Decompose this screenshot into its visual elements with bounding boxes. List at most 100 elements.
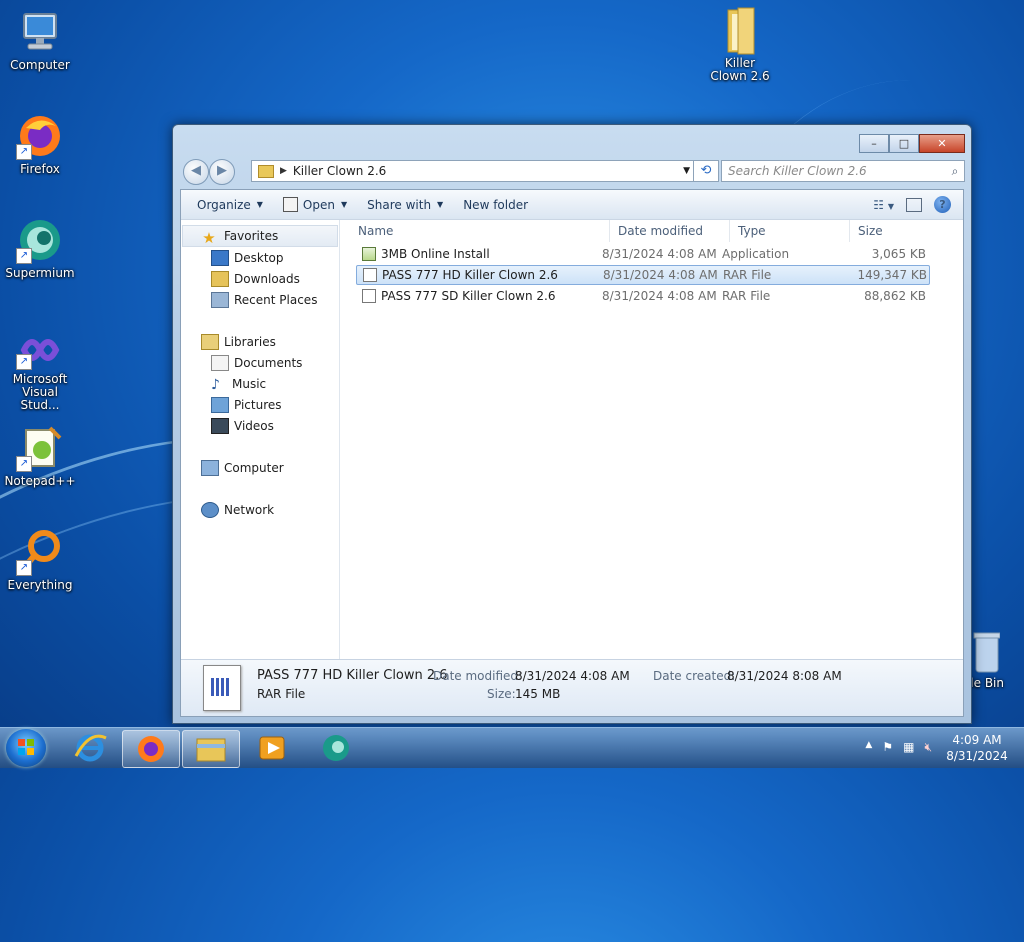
back-button[interactable]: ◀ bbox=[183, 159, 209, 185]
search-icon[interactable]: ⌕ bbox=[946, 164, 964, 179]
view-controls: ☷ ▼ ? bbox=[873, 190, 963, 219]
volume-muted-icon[interactable]: 🔇︎ bbox=[924, 740, 932, 755]
nav-downloads[interactable]: Downloads bbox=[211, 269, 300, 289]
file-row[interactable]: PASS 777 SD Killer Clown 2.6 8/31/2024 4… bbox=[356, 286, 930, 306]
documents-icon bbox=[211, 355, 229, 371]
nav-recent-places[interactable]: Recent Places bbox=[211, 290, 317, 310]
show-hidden-icons-icon[interactable]: ▲ bbox=[865, 740, 872, 755]
desktop-icon-supermium[interactable]: ↗ Supermium bbox=[0, 216, 80, 280]
desktop-icon-computer[interactable]: Computer bbox=[0, 8, 80, 72]
taskbar-windows-explorer[interactable] bbox=[182, 730, 240, 768]
column-name[interactable]: Name bbox=[340, 220, 610, 242]
taskbar-media-player[interactable] bbox=[244, 730, 300, 766]
shortcut-arrow-icon: ↗ bbox=[16, 248, 32, 264]
rar-file-icon bbox=[362, 289, 376, 303]
nav-computer[interactable]: Computer bbox=[201, 458, 284, 478]
organize-button[interactable]: Organize ▼ bbox=[181, 193, 273, 217]
open-button[interactable]: Open ▼ bbox=[273, 193, 357, 217]
file-name: PASS 777 SD Killer Clown 2.6 bbox=[381, 289, 556, 303]
nav-label: Network bbox=[224, 503, 275, 517]
nav-videos[interactable]: Videos bbox=[211, 416, 274, 436]
details-date-created: 8/31/2024 8:08 AM bbox=[727, 669, 842, 683]
column-type[interactable]: Type bbox=[730, 220, 850, 242]
open-file-icon bbox=[282, 197, 298, 212]
details-date-modified-label: Date modified: bbox=[433, 669, 523, 683]
file-type: RAR File bbox=[722, 289, 771, 303]
taskbar-supermium[interactable] bbox=[308, 730, 364, 766]
visual-studio-icon: ↗ bbox=[16, 330, 64, 370]
new-folder-button[interactable]: New folder bbox=[453, 193, 538, 217]
network-icon bbox=[201, 502, 219, 518]
file-row[interactable]: 3MB Online Install 8/31/2024 4:08 AM App… bbox=[356, 244, 930, 264]
nav-desktop[interactable]: Desktop bbox=[211, 248, 284, 268]
internet-explorer-icon bbox=[74, 734, 107, 762]
file-date: 8/31/2024 4:08 AM bbox=[602, 247, 717, 261]
nav-music[interactable]: ♪ Music bbox=[211, 374, 266, 394]
taskbar-internet-explorer[interactable] bbox=[62, 730, 118, 766]
system-clock[interactable]: 4:09 AM 8/31/2024 bbox=[942, 732, 1012, 764]
shortcut-arrow-icon: ↗ bbox=[16, 456, 32, 472]
preview-pane-icon[interactable] bbox=[906, 197, 922, 212]
nav-label: Favorites bbox=[224, 229, 279, 243]
nav-pictures[interactable]: Pictures bbox=[211, 395, 282, 415]
address-bar[interactable]: ▶ Killer Clown 2.6 ▼ bbox=[251, 160, 695, 182]
command-bar: Organize ▼ Open ▼ Share with ▼ New folder ☷… bbox=[181, 190, 963, 220]
file-type: RAR File bbox=[723, 268, 772, 282]
taskbar: ▲ ⚑ ▦ 🔇︎ 4:09 AM 8/31/2024 bbox=[0, 727, 1024, 768]
file-date: 8/31/2024 4:08 AM bbox=[603, 268, 718, 282]
file-name: PASS 777 HD Killer Clown 2.6 bbox=[382, 268, 558, 282]
nav-label: Libraries bbox=[224, 335, 276, 349]
desktop-icon-killer-clown-folder[interactable]: Killer Clown 2.6 bbox=[700, 6, 780, 83]
breadcrumb-current[interactable]: Killer Clown 2.6 bbox=[293, 164, 386, 178]
nav-network[interactable]: Network bbox=[201, 500, 274, 520]
share-with-label: Share with bbox=[367, 197, 432, 212]
file-type: Application bbox=[722, 247, 790, 261]
media-player-icon bbox=[259, 736, 285, 760]
explorer-window[interactable]: – □ ✕ ◀ ▶ ▶ Killer Clown 2.6 ▼ ⟲ Search … bbox=[172, 124, 972, 724]
change-view-icon[interactable]: ☷ ▼ bbox=[873, 198, 894, 212]
details-pane: PASS 777 HD Killer Clown 2.6 RAR File Da… bbox=[181, 659, 963, 716]
nav-libraries[interactable]: Libraries bbox=[201, 332, 276, 352]
close-button[interactable]: ✕ bbox=[919, 134, 965, 153]
start-button[interactable] bbox=[6, 729, 46, 767]
share-with-button[interactable]: Share with ▼ bbox=[357, 193, 453, 217]
nav-label: Pictures bbox=[234, 398, 282, 412]
search-input[interactable]: Search Killer Clown 2.6 bbox=[722, 164, 946, 178]
pictures-icon bbox=[211, 397, 229, 413]
column-size[interactable]: Size bbox=[850, 220, 930, 242]
minimize-button[interactable]: – bbox=[859, 134, 889, 153]
folder-icon bbox=[716, 6, 764, 55]
column-headers: Name Date modified Type Size bbox=[340, 220, 963, 242]
computer-icon bbox=[16, 8, 64, 56]
column-date-modified[interactable]: Date modified bbox=[610, 220, 730, 242]
desktop-icon-visual-studio[interactable]: ↗ Microsoft Visual Stud... bbox=[0, 330, 80, 412]
everything-search-icon: ↗ bbox=[16, 528, 64, 576]
maximize-button[interactable]: □ bbox=[889, 134, 919, 153]
action-center-flag-icon[interactable]: ⚑ bbox=[882, 740, 893, 755]
search-box[interactable]: Search Killer Clown 2.6 ⌕ bbox=[721, 160, 965, 182]
desktop-icon-label: Supermium bbox=[5, 266, 75, 280]
help-icon[interactable]: ? bbox=[934, 196, 951, 213]
nav-label: Music bbox=[232, 377, 267, 391]
address-dropdown-icon[interactable]: ▼ bbox=[683, 166, 690, 176]
shortcut-arrow-icon: ↗ bbox=[16, 144, 32, 160]
desktop-icon-label: Killer Clown 2.6 bbox=[710, 56, 770, 83]
breadcrumb-chevron-icon[interactable]: ▶ bbox=[280, 166, 287, 176]
shortcut-arrow-icon: ↗ bbox=[16, 354, 32, 370]
nav-label: Recent Places bbox=[234, 293, 318, 307]
application-icon bbox=[362, 247, 376, 261]
nav-documents[interactable]: Documents bbox=[211, 353, 302, 373]
network-tray-icon[interactable]: ▦ bbox=[903, 740, 914, 755]
nav-favorites[interactable]: ★ Favorites bbox=[182, 225, 338, 247]
refresh-button[interactable]: ⟲ bbox=[693, 160, 719, 182]
tray-icons: ▲ ⚑ ▦ 🔇︎ bbox=[865, 740, 932, 755]
nav-label: Desktop bbox=[234, 251, 284, 265]
file-row-selected[interactable]: PASS 777 HD Killer Clown 2.6 8/31/2024 4… bbox=[356, 265, 930, 285]
desktop-icon-firefox[interactable]: ↗ Firefox bbox=[0, 112, 80, 176]
clock-date: 8/31/2024 bbox=[946, 749, 1008, 763]
desktop-icon-notepadpp[interactable]: ↗ Notepad++ bbox=[0, 424, 80, 488]
forward-button[interactable]: ▶ bbox=[209, 159, 235, 185]
desktop-icon-everything[interactable]: ↗ Everything bbox=[0, 528, 80, 592]
firefox-icon: ↗ bbox=[16, 112, 64, 160]
taskbar-firefox[interactable] bbox=[122, 730, 180, 768]
